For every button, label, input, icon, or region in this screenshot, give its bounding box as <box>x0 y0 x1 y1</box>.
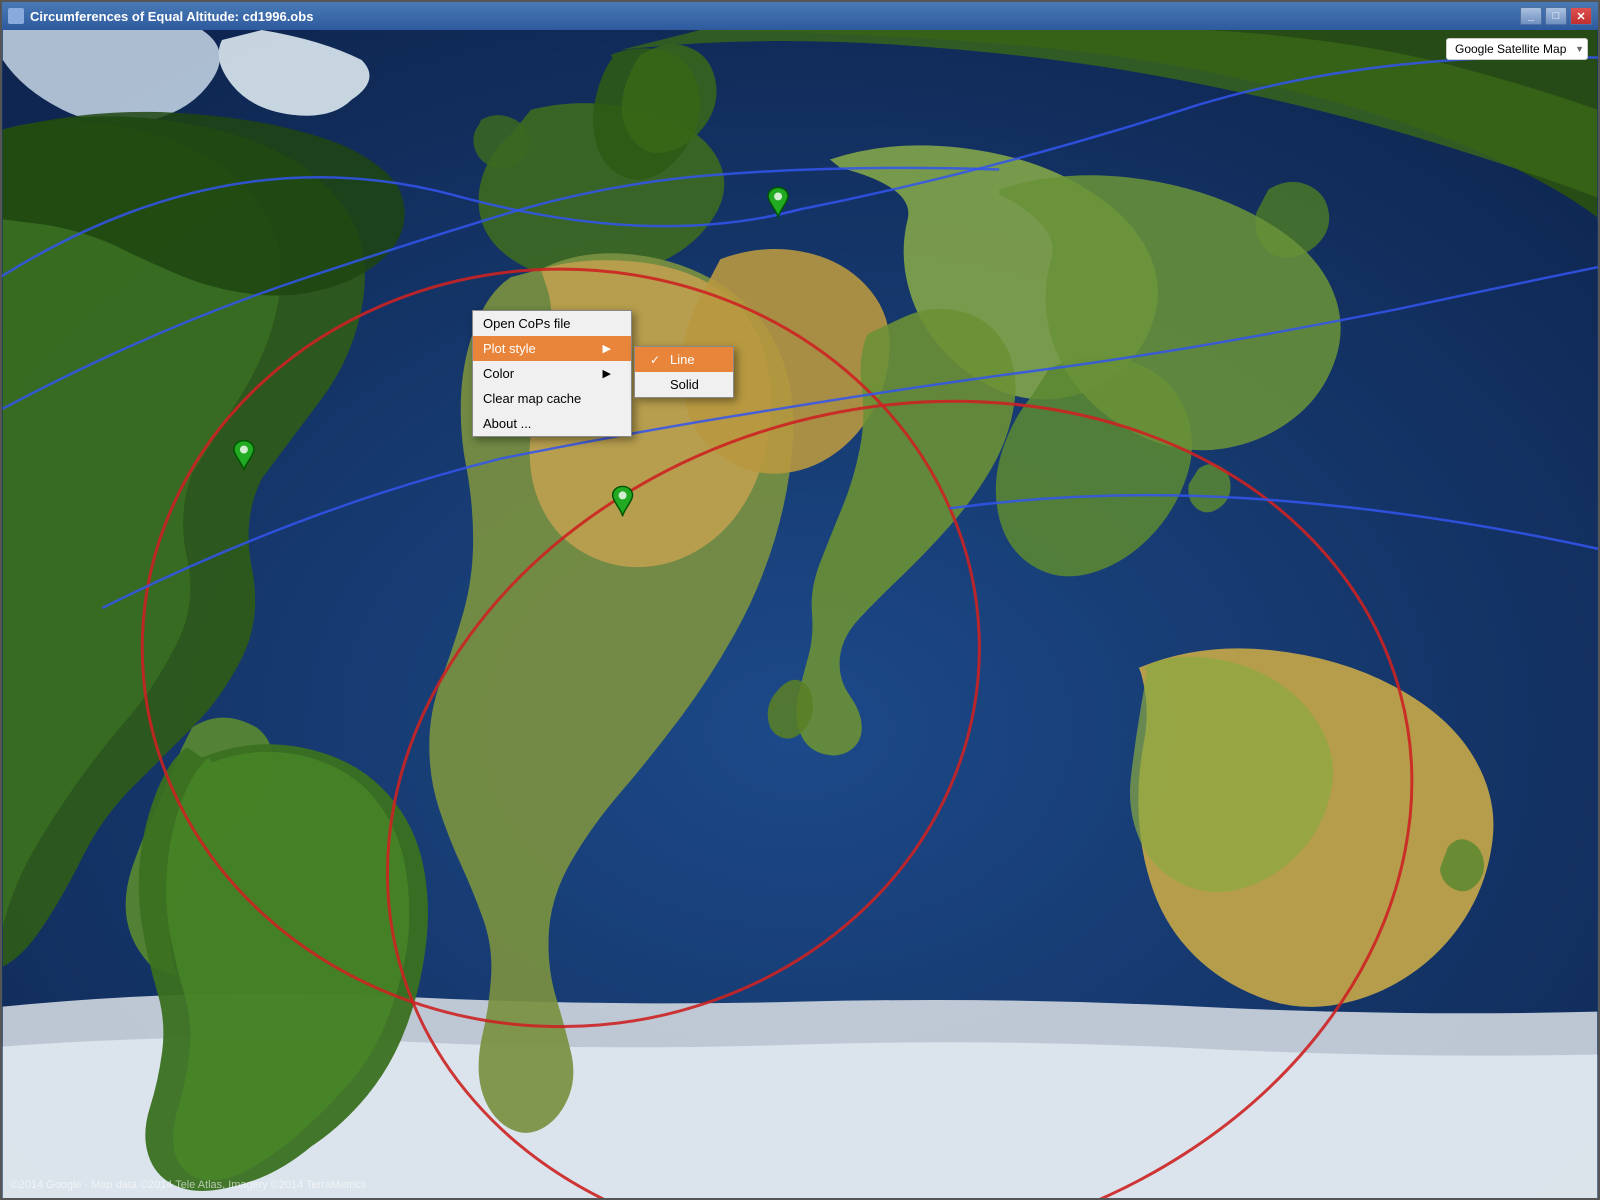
minimize-button[interactable]: _ <box>1520 7 1542 25</box>
app-icon <box>8 8 24 24</box>
submenu-plot-style: ✓ Line Solid <box>634 346 734 398</box>
menu-item-color[interactable]: Color ▶ <box>473 361 631 386</box>
window-title: Circumferences of Equal Altitude: cd1996… <box>30 9 313 24</box>
map-svg: ©2014 Google · Map data ©2014 Tele Atlas… <box>2 30 1598 1198</box>
maximize-button[interactable]: □ <box>1545 7 1567 25</box>
line-checkmark: ✓ <box>650 353 664 367</box>
menu-item-clear-cache[interactable]: Clear map cache <box>473 386 631 411</box>
title-text: Circumferences of Equal Altitude: cd1996… <box>8 8 313 24</box>
menu-item-open-cops[interactable]: Open CoPs file <box>473 311 631 336</box>
submenu-item-solid[interactable]: Solid <box>635 372 733 397</box>
map-type-wrapper: Google Satellite Map Google Map Google T… <box>1446 38 1588 60</box>
plot-style-arrow: ▶ <box>603 342 611 355</box>
map-container: ©2014 Google · Map data ©2014 Tele Atlas… <box>2 30 1598 1198</box>
svg-text:©2014 Google · Map data ©2014: ©2014 Google · Map data ©2014 Tele Atlas… <box>11 1179 367 1191</box>
app-window: Circumferences of Equal Altitude: cd1996… <box>0 0 1600 1200</box>
window-controls: _ □ ✕ <box>1520 7 1592 25</box>
map-type-dropdown[interactable]: Google Satellite Map Google Map Google T… <box>1446 38 1588 60</box>
title-bar: Circumferences of Equal Altitude: cd1996… <box>2 2 1598 30</box>
color-arrow: ▶ <box>603 367 611 380</box>
context-menu: Open CoPs file Plot style ▶ Color ▶ Clea… <box>472 310 632 437</box>
menu-item-about[interactable]: About ... <box>473 411 631 436</box>
submenu-item-line[interactable]: ✓ Line <box>635 347 733 372</box>
close-button[interactable]: ✕ <box>1570 7 1592 25</box>
menu-item-plot-style[interactable]: Plot style ▶ <box>473 336 631 361</box>
map-type-selector[interactable]: Google Satellite Map Google Map Google T… <box>1446 38 1588 60</box>
